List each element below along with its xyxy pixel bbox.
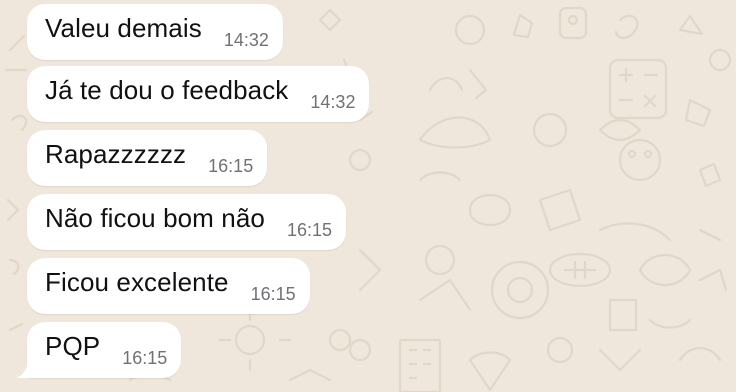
message-text: Rapazzzzzz	[45, 138, 187, 169]
message-timestamp: 14:32	[223, 29, 269, 50]
message-text: PQP	[45, 330, 101, 361]
chat-message-list: Valeu demais 14:32 Já te dou o feedback …	[0, 0, 736, 392]
message-bubble[interactable]: Não ficou bom não 16:15	[27, 194, 346, 250]
bubble-tail-icon	[16, 358, 36, 378]
message-text: Não ficou bom não	[45, 202, 265, 233]
message-bubble[interactable]: Rapazzzzzz 16:15	[27, 130, 268, 186]
message-text: Ficou excelente	[45, 266, 229, 297]
message-timestamp: 16:15	[286, 219, 332, 240]
message-bubble[interactable]: Valeu demais 14:32	[27, 4, 283, 60]
message-bubble[interactable]: Já te dou o feedback 14:32	[27, 66, 370, 122]
message-timestamp: 16:15	[122, 347, 168, 368]
message-text: Já te dou o feedback	[45, 74, 289, 105]
message-timestamp: 14:32	[310, 91, 356, 112]
message-text: Valeu demais	[45, 12, 202, 43]
message-timestamp: 16:15	[250, 283, 296, 304]
message-bubble[interactable]: Ficou excelente 16:15	[27, 258, 310, 314]
message-timestamp: 16:15	[208, 155, 254, 176]
message-bubble-last[interactable]: PQP 16:15	[27, 322, 182, 378]
